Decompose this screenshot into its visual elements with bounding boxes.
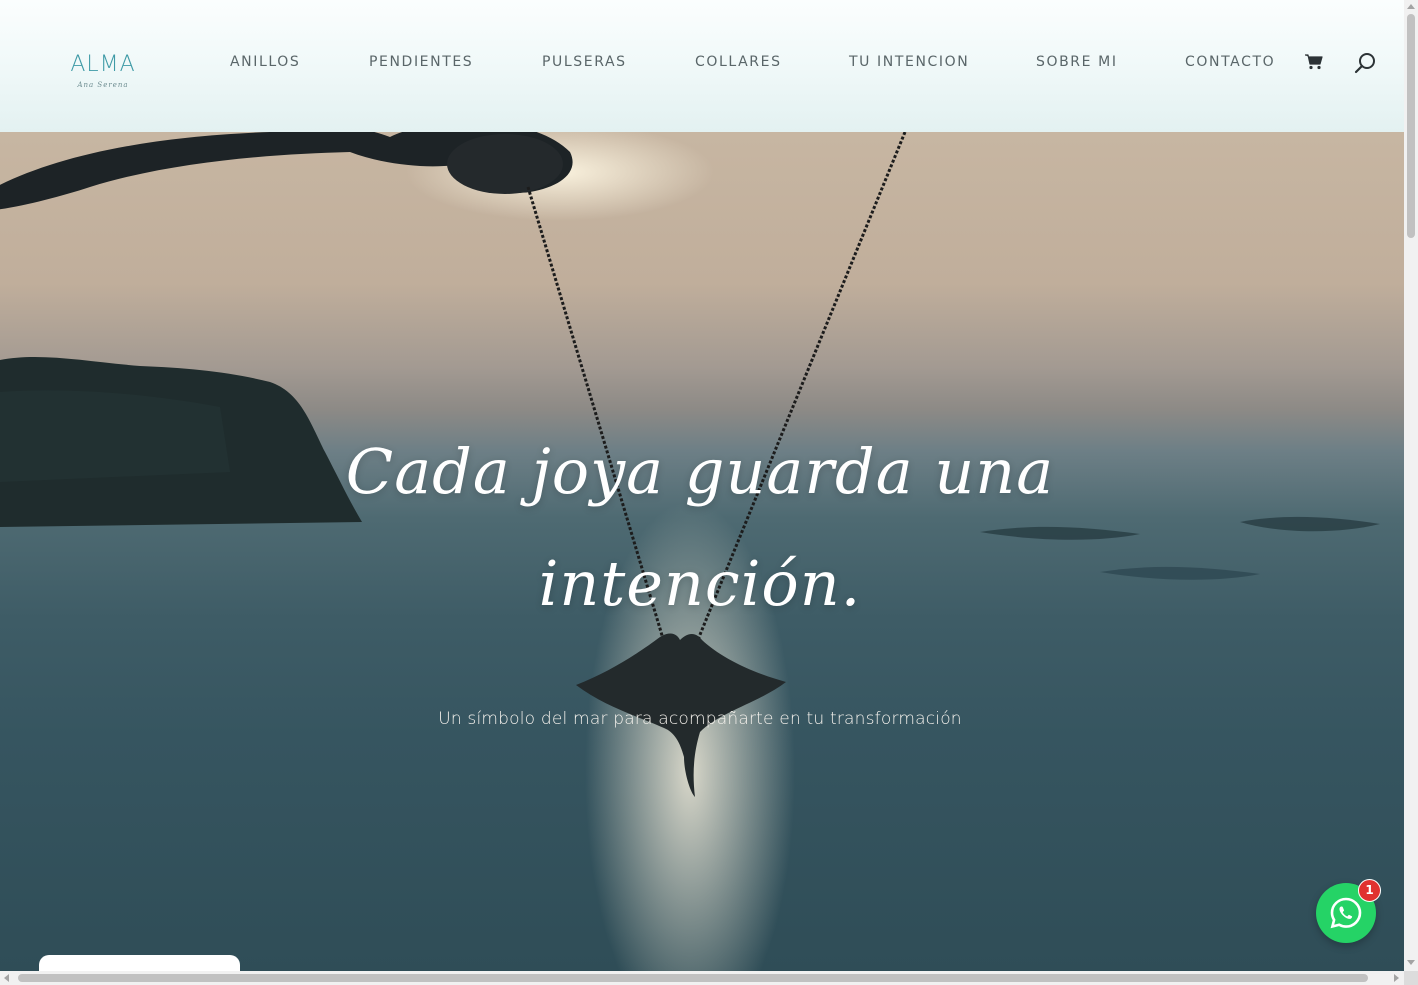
hero-banner: Cada joya guarda una intención. Un símbo…: [0, 132, 1404, 972]
whatsapp-icon: [1330, 897, 1362, 929]
horizontal-scroll-thumb[interactable]: [18, 974, 1368, 982]
scroll-up-arrow-icon[interactable]: [1407, 4, 1415, 9]
vertical-scrollbar[interactable]: [1404, 0, 1418, 971]
hero-headline-line1: Cada joya guarda una: [345, 435, 1055, 508]
logo-text: ALMA: [70, 52, 136, 77]
search-icon[interactable]: [1354, 52, 1376, 74]
scrollbar-corner: [1404, 971, 1418, 985]
shopping-cart-icon[interactable]: [1305, 54, 1323, 70]
notification-badge: 1: [1358, 879, 1381, 902]
nav-item-sobre-mi[interactable]: SOBRE MI: [1036, 52, 1118, 72]
nav-item-anillos[interactable]: ANILLOS: [230, 52, 300, 72]
scroll-right-arrow-icon[interactable]: [1394, 974, 1399, 982]
horizontal-scrollbar[interactable]: [0, 971, 1404, 985]
logo-signature: Ana Serena: [77, 81, 129, 89]
site-header: ALMA Ana Serena ANILLOS PENDIENTES PULSE…: [0, 0, 1404, 132]
scroll-down-arrow-icon[interactable]: [1407, 960, 1415, 965]
nav-item-pulseras[interactable]: PULSERAS: [542, 52, 627, 72]
vertical-scroll-thumb[interactable]: [1407, 14, 1415, 238]
nav-item-collares[interactable]: COLLARES: [695, 52, 782, 72]
hero-headline-line2: intención.: [538, 547, 862, 620]
site-logo[interactable]: ALMA Ana Serena: [70, 52, 136, 90]
nav-item-contacto[interactable]: CONTACTO: [1185, 52, 1275, 72]
scroll-left-arrow-icon[interactable]: [4, 974, 9, 982]
nav-item-tu-intencion[interactable]: TU INTENCION: [849, 52, 969, 72]
hero-subtitle: Un símbolo del mar para acompañarte en t…: [438, 709, 962, 729]
nav-item-pendientes[interactable]: PENDIENTES: [369, 52, 473, 72]
